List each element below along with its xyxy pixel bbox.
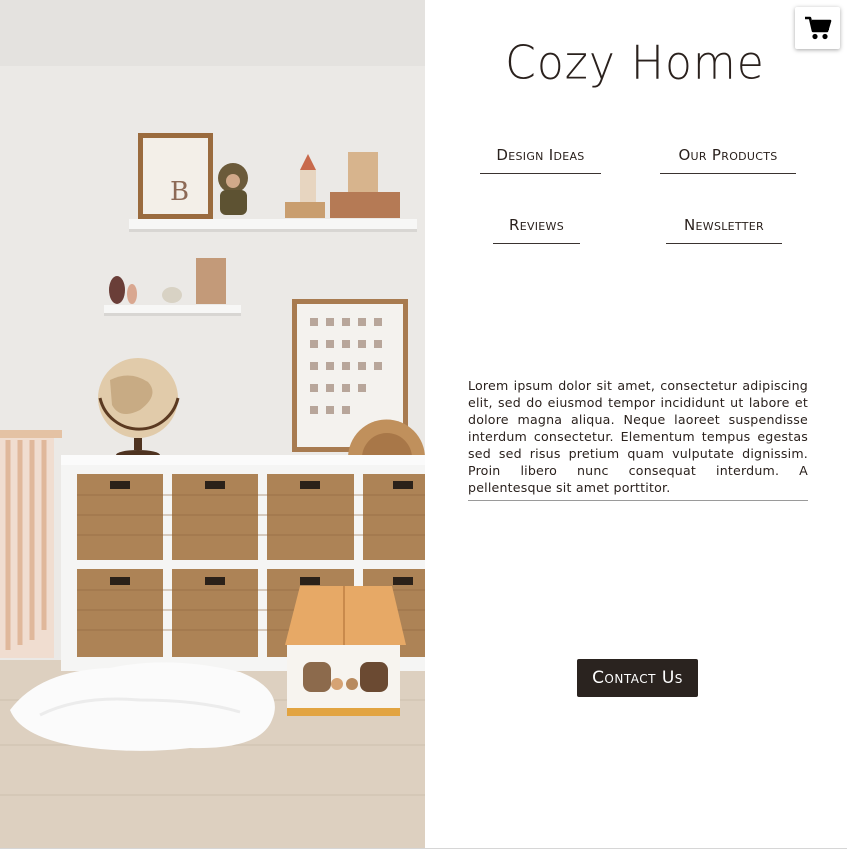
content-panel: Cozy Home Design Ideas Our Products Revi… [425, 0, 847, 848]
brand-title: Cozy Home [505, 36, 765, 91]
cart-button[interactable] [795, 7, 840, 49]
svg-text:B: B [170, 177, 189, 207]
hero-photo: B [0, 0, 425, 848]
page: B Cozy Home Design Ideas Our Products Re… [0, 0, 847, 850]
nav-link-newsletter[interactable]: Newsletter [666, 216, 782, 244]
bottom-divider [0, 848, 847, 849]
contact-us-button[interactable]: Contact Us [577, 659, 698, 697]
nav-link-design-ideas[interactable]: Design Ideas [480, 146, 601, 174]
nav-link-reviews[interactable]: Reviews [493, 216, 580, 244]
shopping-cart-icon [804, 16, 831, 40]
intro-paragraph: Lorem ipsum dolor sit amet, consectetur … [468, 377, 808, 501]
room-image: B [0, 0, 425, 848]
nav-link-our-products[interactable]: Our Products [660, 146, 796, 174]
